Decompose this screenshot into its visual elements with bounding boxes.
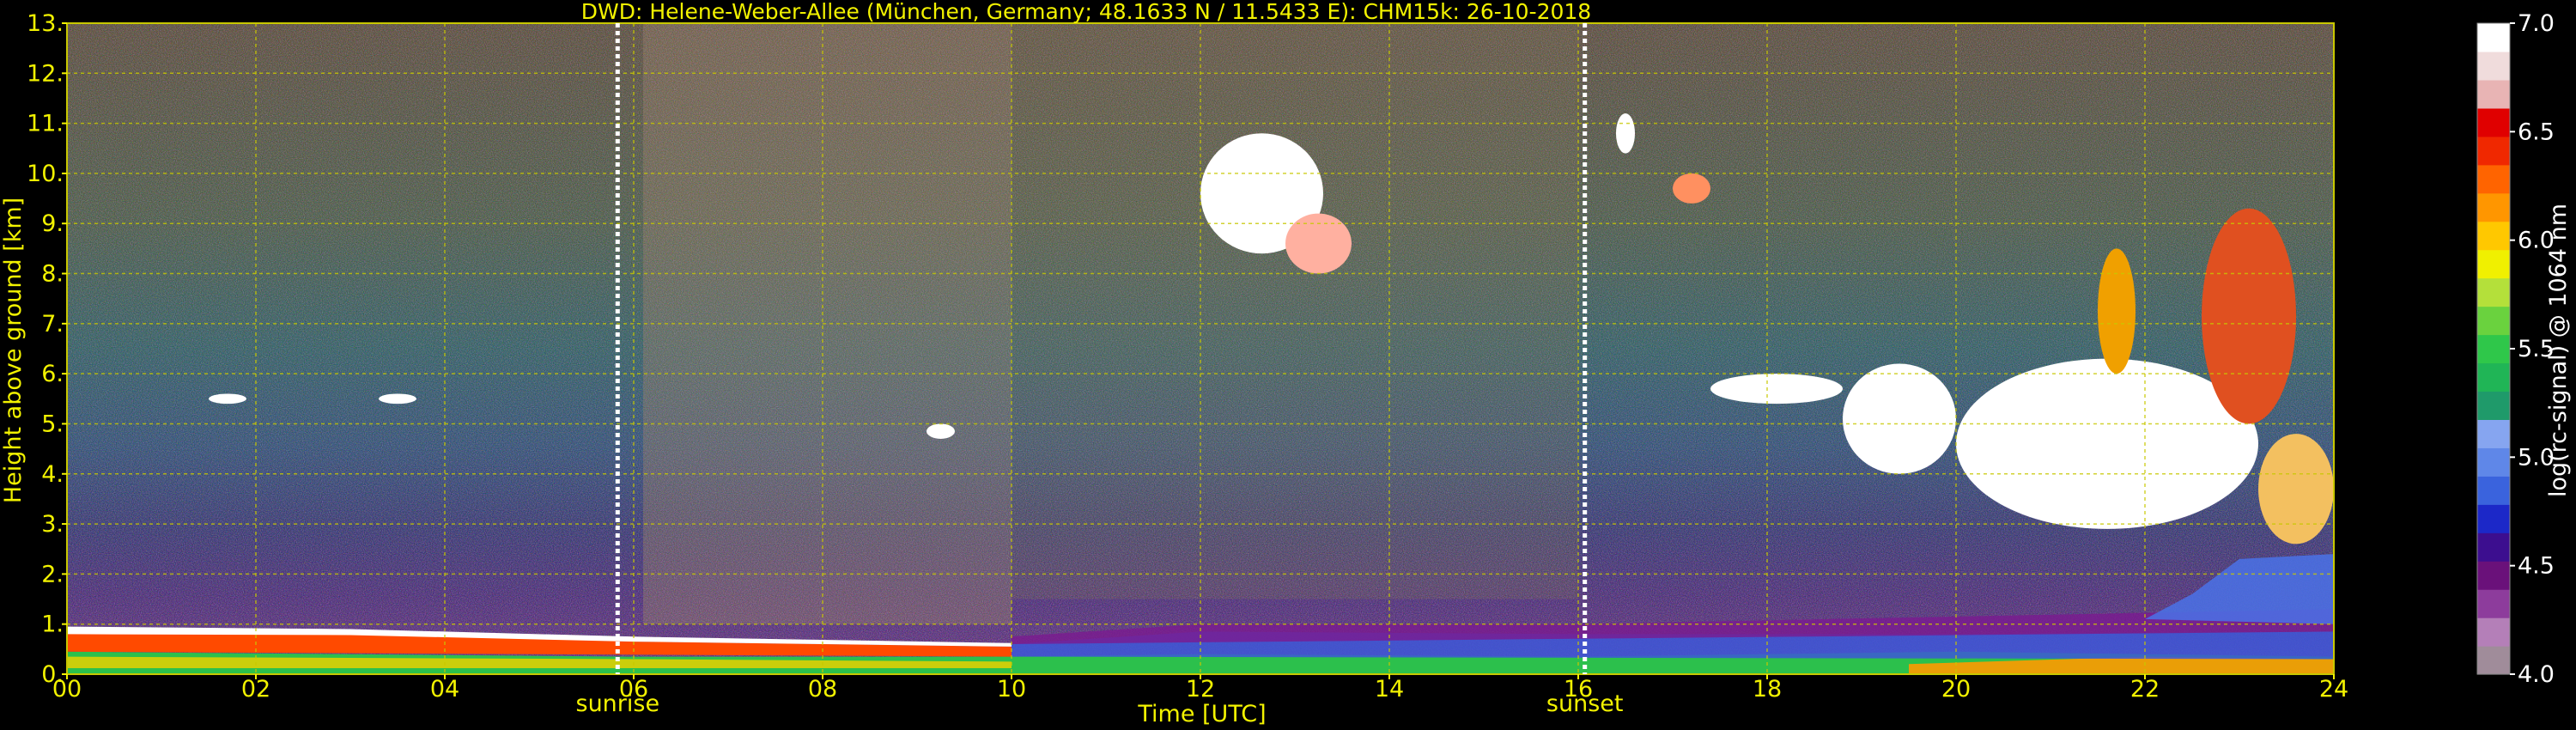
y-axis-ticks: 0. 1. 2. 3. 4. 5. 6. 7. 8. 9. 10. 11. 12. 13. xyxy=(27,10,67,688)
colorbar-segment xyxy=(2477,334,2510,364)
small-cloud xyxy=(379,393,416,405)
x-tick-label: 02 xyxy=(241,676,270,703)
x-tick-label: 20 xyxy=(1941,676,1971,703)
y-tick-label: 8. xyxy=(41,261,64,288)
colorbar-segment xyxy=(2477,532,2510,562)
colorbar-label: log(rc-signal) @ 1064 nm xyxy=(2545,204,2572,497)
colorbar-segment xyxy=(2477,561,2510,590)
chart-title: DWD: Helene-Weber-Allee (München, German… xyxy=(581,0,1591,24)
y-tick-label: 1. xyxy=(41,611,64,638)
x-tick-label: 18 xyxy=(1753,676,1782,703)
y-tick-label: 11. xyxy=(27,111,64,137)
colorbar-tick-label: 4.0 xyxy=(2518,661,2555,688)
x-tick-label: 12 xyxy=(1186,676,1215,703)
colorbar-tick-label: 7.0 xyxy=(2518,10,2555,37)
colorbar: 4.04.55.05.56.06.57.0 xyxy=(2476,10,2555,688)
y-tick-label: 9. xyxy=(41,210,64,237)
x-tick-label: 14 xyxy=(1375,676,1404,703)
x-tick-label: 16 xyxy=(1564,676,1593,703)
colorbar-segment xyxy=(2477,107,2510,137)
colorbar-segment xyxy=(2477,164,2510,194)
x-tick-label: 06 xyxy=(619,676,648,703)
colorbar-segment xyxy=(2477,277,2510,307)
colorbar-segment xyxy=(2477,646,2510,675)
y-tick-label: 5. xyxy=(41,411,64,437)
colorbar-segment xyxy=(2477,249,2510,279)
x-tick-label: 24 xyxy=(2319,676,2348,703)
upper-cloud xyxy=(2202,208,2296,424)
y-tick-label: 13. xyxy=(27,10,64,37)
small-cloud xyxy=(927,423,955,439)
small-cloud xyxy=(1673,173,1710,204)
y-axis-label: Height above ground [km] xyxy=(0,198,27,503)
y-tick-label: 10. xyxy=(27,161,64,187)
small-cloud xyxy=(209,393,246,405)
x-tick-label: 04 xyxy=(430,676,459,703)
upper-cloud xyxy=(2098,248,2136,374)
x-axis-label: Time [UTC] xyxy=(1137,701,1266,727)
y-tick-label: 6. xyxy=(41,361,64,387)
colorbar-segment xyxy=(2477,306,2510,336)
x-tick-label: 10 xyxy=(997,676,1026,703)
y-tick-label: 12. xyxy=(27,60,64,87)
colorbar-segment xyxy=(2477,476,2510,505)
x-axis-ticks: 00 02 04 06 08 10 12 14 16 18 20 22 24 xyxy=(52,674,2348,703)
colorbar-segment xyxy=(2477,419,2510,448)
y-tick-label: 4. xyxy=(41,461,64,488)
x-tick-label: 22 xyxy=(2130,676,2160,703)
ceilometer-chart: sunrise sunset 00 02 04 06 08 10 12 14 16 18 20 22 24… xyxy=(0,0,2572,727)
x-tick-label: 08 xyxy=(808,676,837,703)
colorbar-segment xyxy=(2477,447,2510,477)
mid-cloud xyxy=(1710,374,1843,405)
colorbar-segment xyxy=(2477,136,2510,166)
colorbar-segment xyxy=(2477,221,2510,251)
cirrus-cloud xyxy=(1285,213,1352,274)
colorbar-segment xyxy=(2477,51,2510,81)
colorbar-segment xyxy=(2477,589,2510,618)
colorbar-segment xyxy=(2477,23,2510,52)
small-cloud xyxy=(1616,113,1635,154)
mid-cloud xyxy=(1843,363,1956,474)
y-tick-label: 7. xyxy=(41,311,64,338)
colorbar-segment xyxy=(2477,391,2510,420)
colorbar-segment xyxy=(2477,617,2510,647)
colorbar-segment xyxy=(2477,79,2510,109)
colorbar-segment xyxy=(2477,362,2510,392)
colorbar-segment xyxy=(2477,504,2510,533)
colorbar-segment xyxy=(2477,192,2510,222)
mid-cloud-edge xyxy=(2258,434,2334,544)
y-tick-label: 0. xyxy=(41,661,64,688)
y-tick-label: 3. xyxy=(41,511,64,538)
colorbar-tick-label: 4.5 xyxy=(2518,553,2555,580)
y-tick-label: 2. xyxy=(41,561,64,587)
colorbar-tick-label: 6.5 xyxy=(2518,119,2555,145)
